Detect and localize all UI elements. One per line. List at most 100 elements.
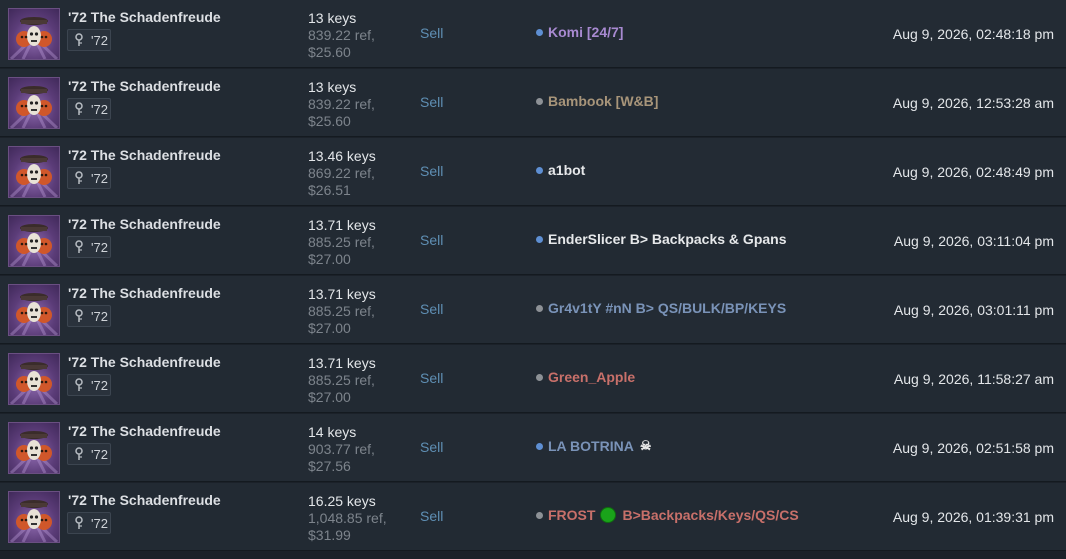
user-link[interactable]: a1bot (536, 162, 585, 178)
username[interactable]: FROST (548, 507, 595, 523)
user-link[interactable]: Komi [24/7] (536, 24, 623, 40)
badge-label: '72 (91, 309, 108, 324)
craft-badge: '72 (67, 443, 111, 465)
username[interactable]: Bambook [W&B] (548, 93, 658, 109)
user-link[interactable]: Green_Apple (536, 369, 635, 385)
craft-badge: '72 (67, 512, 111, 534)
intent-label: Sell (420, 439, 444, 455)
listing-row[interactable]: '72 The Schadenfreude '72 13 keys 839.22… (0, 69, 1066, 137)
item-name[interactable]: '72 The Schadenfreude (68, 285, 221, 301)
badge-label: '72 (91, 516, 108, 531)
item-name[interactable]: '72 The Schadenfreude (68, 9, 221, 25)
item-name[interactable]: '72 The Schadenfreude (68, 423, 221, 439)
username[interactable]: a1bot (548, 162, 585, 178)
listing-date: Aug 9, 2026, 03:01:11 pm (893, 302, 1054, 318)
item-image[interactable] (8, 353, 60, 405)
price-ref: 885.25 ref, (308, 234, 375, 250)
item-image[interactable] (8, 8, 60, 60)
listing-date: Aug 9, 2026, 01:39:31 pm (892, 509, 1054, 525)
listings-list: '72 The Schadenfreude '72 13 keys 839.22… (0, 0, 1066, 559)
intent-label: Sell (420, 94, 444, 110)
username[interactable]: LA BOTRINA (548, 438, 634, 454)
key-icon (74, 309, 86, 326)
key-icon (74, 447, 86, 464)
price-usd: $27.56 (308, 458, 351, 474)
price-ref: 839.22 ref, (308, 27, 375, 43)
listing-date: Aug 9, 2026, 02:48:49 pm (892, 164, 1054, 180)
listing-row[interactable]: '72 The Schadenfreude '72 13.71 keys 885… (0, 345, 1066, 413)
price-ref: 869.22 ref, (308, 165, 375, 181)
price-keys: 13 keys (308, 10, 357, 26)
price-usd: $25.60 (308, 44, 351, 60)
craft-badge: '72 (67, 305, 111, 327)
user-link[interactable]: EnderSlicer B> Backpacks & Gpans (536, 231, 787, 247)
price-keys: 14 keys (308, 424, 357, 440)
badge-label: '72 (91, 378, 108, 393)
badge-label: '72 (91, 447, 108, 462)
intent-label: Sell (420, 25, 444, 41)
listing-row[interactable]: '72 The Schadenfreude '72 13.46 keys 869… (0, 138, 1066, 206)
badge-label: '72 (91, 240, 108, 255)
item-name[interactable]: '72 The Schadenfreude (68, 216, 221, 232)
item-name[interactable]: '72 The Schadenfreude (68, 354, 221, 370)
intent-label: Sell (420, 301, 444, 317)
price-keys: 13.71 keys (308, 217, 376, 233)
item-image[interactable] (8, 491, 60, 543)
badge-label: '72 (91, 102, 108, 117)
username[interactable]: EnderSlicer B> Backpacks & Gpans (548, 231, 787, 247)
listing-row[interactable]: '72 The Schadenfreude '72 13 keys 839.22… (0, 0, 1066, 68)
user-link[interactable]: Gr4v1tY #nN B> QS/BULK/BP/KEYS (536, 300, 786, 316)
status-dot (536, 373, 543, 381)
price-ref: 1,048.85 ref, (308, 510, 387, 526)
price-usd: $31.99 (308, 527, 351, 543)
key-icon (74, 33, 86, 50)
item-image[interactable] (8, 284, 60, 336)
listing-date: Aug 9, 2026, 11:58:27 am (893, 371, 1054, 387)
item-image[interactable] (8, 146, 60, 198)
listing-row[interactable]: '72 The Schadenfreude '72 16.25 keys 1,0… (0, 483, 1066, 551)
item-image-svg (9, 224, 59, 266)
price-usd: $27.00 (308, 320, 351, 336)
green-circle-icon (600, 507, 617, 523)
price-usd: $27.00 (308, 251, 351, 267)
username[interactable]: Green_Apple (548, 369, 635, 385)
listing-date: Aug 9, 2026, 12:53:28 am (892, 95, 1054, 111)
price-usd: $25.60 (308, 113, 351, 129)
item-image-svg (9, 155, 59, 197)
listing-row[interactable]: '72 The Schadenfreude '72 13.71 keys 885… (0, 207, 1066, 275)
price: 13.71 keys 885.25 ref, $27.00 (308, 217, 376, 268)
badge-label: '72 (91, 171, 108, 186)
username-tail[interactable]: B>Backpacks/Keys/QS/CS (622, 507, 798, 523)
item-name[interactable]: '72 The Schadenfreude (68, 78, 221, 94)
item-image[interactable] (8, 215, 60, 267)
price-keys: 16.25 keys (308, 493, 376, 509)
listing-date: Aug 9, 2026, 02:51:58 pm (892, 440, 1054, 456)
intent-label: Sell (420, 508, 444, 524)
item-name[interactable]: '72 The Schadenfreude (68, 147, 221, 163)
item-image-svg (9, 86, 59, 128)
listing-row[interactable]: '72 The Schadenfreude '72 14 keys 903.77… (0, 414, 1066, 482)
listing-date: Aug 9, 2026, 03:11:04 pm (893, 233, 1054, 249)
user-link[interactable]: Bambook [W&B] (536, 93, 658, 109)
key-icon (74, 240, 86, 257)
price-keys: 13.46 keys (308, 148, 376, 164)
item-image-svg (9, 362, 59, 404)
listing-row[interactable]: '72 The Schadenfreude '72 13.71 keys 885… (0, 276, 1066, 344)
item-image[interactable] (8, 77, 60, 129)
username[interactable]: Komi [24/7] (548, 24, 623, 40)
item-image[interactable] (8, 422, 60, 474)
user-link[interactable]: FROST B>Backpacks/Keys/QS/CS (536, 507, 799, 523)
price-ref: 885.25 ref, (308, 303, 375, 319)
item-name[interactable]: '72 The Schadenfreude (68, 492, 221, 508)
price: 13 keys 839.22 ref, $25.60 (308, 10, 375, 61)
status-dot (536, 511, 543, 519)
user-link[interactable]: LA BOTRINA ☠ (536, 438, 651, 454)
username[interactable]: Gr4v1tY #nN B> QS/BULK/BP/KEYS (548, 300, 786, 316)
price-ref: 885.25 ref, (308, 372, 375, 388)
status-dot (536, 97, 543, 105)
listing-date: Aug 9, 2026, 02:48:18 pm (892, 26, 1054, 42)
status-dot (536, 235, 543, 243)
badge-label: '72 (91, 33, 108, 48)
status-dot (536, 442, 543, 450)
item-image-svg (9, 17, 59, 59)
